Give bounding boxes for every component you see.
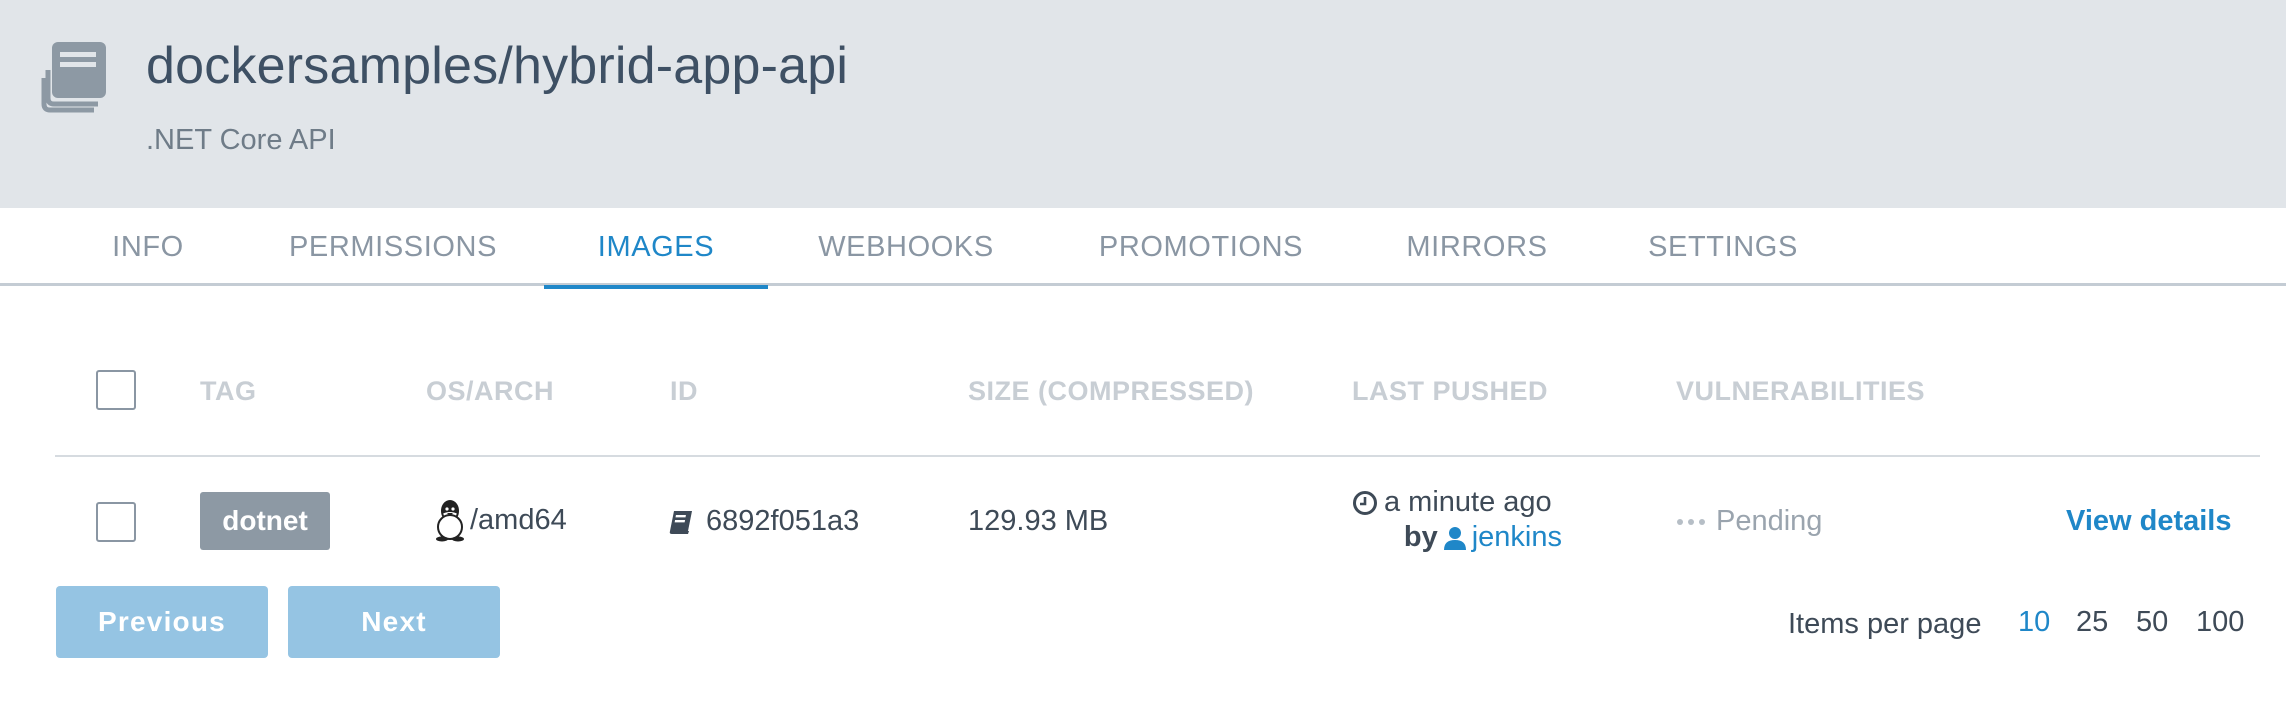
user-icon xyxy=(1443,526,1466,550)
repository-description: .NET Core API xyxy=(146,124,336,156)
tab-permissions[interactable]: PERMISSIONS xyxy=(280,208,506,286)
items-per-page-label: Items per page xyxy=(1788,608,1982,640)
items-per-page-50[interactable]: 50 xyxy=(2136,606,2168,639)
linux-tux-icon xyxy=(436,500,464,542)
tab-images[interactable]: IMAGES xyxy=(544,208,768,289)
tag-badge: dotnet xyxy=(200,492,330,550)
repository-icon xyxy=(41,42,106,113)
pushed-by-label: by xyxy=(1403,521,1438,553)
book-icon xyxy=(669,510,692,534)
tab-mirrors[interactable]: MIRRORS xyxy=(1398,208,1556,286)
arch-label: /amd64 xyxy=(470,503,567,536)
column-header-os-arch[interactable]: OS/ARCH xyxy=(426,376,554,407)
page-title: dockersamples/hybrid-app-api xyxy=(146,37,849,95)
pushed-by-user-link[interactable]: jenkins xyxy=(1472,521,1562,554)
items-per-page-10[interactable]: 10 xyxy=(2018,606,2050,639)
view-details-link[interactable]: View details xyxy=(2066,505,2232,538)
pushed-time: a minute ago xyxy=(1384,486,1552,518)
column-header-last-pushed[interactable]: LAST PUSHED xyxy=(1352,376,1548,407)
clock-icon xyxy=(1353,490,1377,515)
image-size: 129.93 MB xyxy=(968,505,1109,537)
items-per-page-25[interactable]: 25 xyxy=(2076,606,2108,639)
os-arch-cell: /amd64 xyxy=(432,498,567,542)
previous-button[interactable]: Previous xyxy=(56,586,268,658)
row-checkbox[interactable] xyxy=(96,502,136,542)
tab-webhooks[interactable]: WEBHOOKS xyxy=(808,208,1004,286)
header-divider xyxy=(55,455,2260,457)
select-all-checkbox[interactable] xyxy=(96,370,136,410)
column-header-id[interactable]: ID xyxy=(670,376,698,407)
vulnerabilities-cell: Pending xyxy=(1676,505,1822,538)
ellipsis-icon xyxy=(1677,518,1705,525)
column-header-vulnerabilities[interactable]: VULNERABILITIES xyxy=(1676,376,1925,407)
column-header-tag[interactable]: TAG xyxy=(200,376,257,407)
next-button[interactable]: Next xyxy=(288,586,500,658)
column-header-size[interactable]: SIZE (COMPRESSED) xyxy=(968,376,1254,407)
tab-settings[interactable]: SETTINGS xyxy=(1642,208,1804,286)
tab-bar: INFO PERMISSIONS IMAGES WEBHOOKS PROMOTI… xyxy=(0,208,2286,289)
last-pushed-cell: a minute ago by jenkins xyxy=(1352,486,1562,554)
tab-info[interactable]: INFO xyxy=(90,208,206,286)
image-id-cell: 6892f051a3 xyxy=(668,505,859,538)
vulnerabilities-status: Pending xyxy=(1716,505,1823,537)
image-id: 6892f051a3 xyxy=(706,505,860,537)
tab-promotions[interactable]: PROMOTIONS xyxy=(1090,208,1312,286)
items-per-page-100[interactable]: 100 xyxy=(2196,606,2244,639)
repository-header: dockersamples/hybrid-app-api .NET Core A… xyxy=(0,0,2286,208)
